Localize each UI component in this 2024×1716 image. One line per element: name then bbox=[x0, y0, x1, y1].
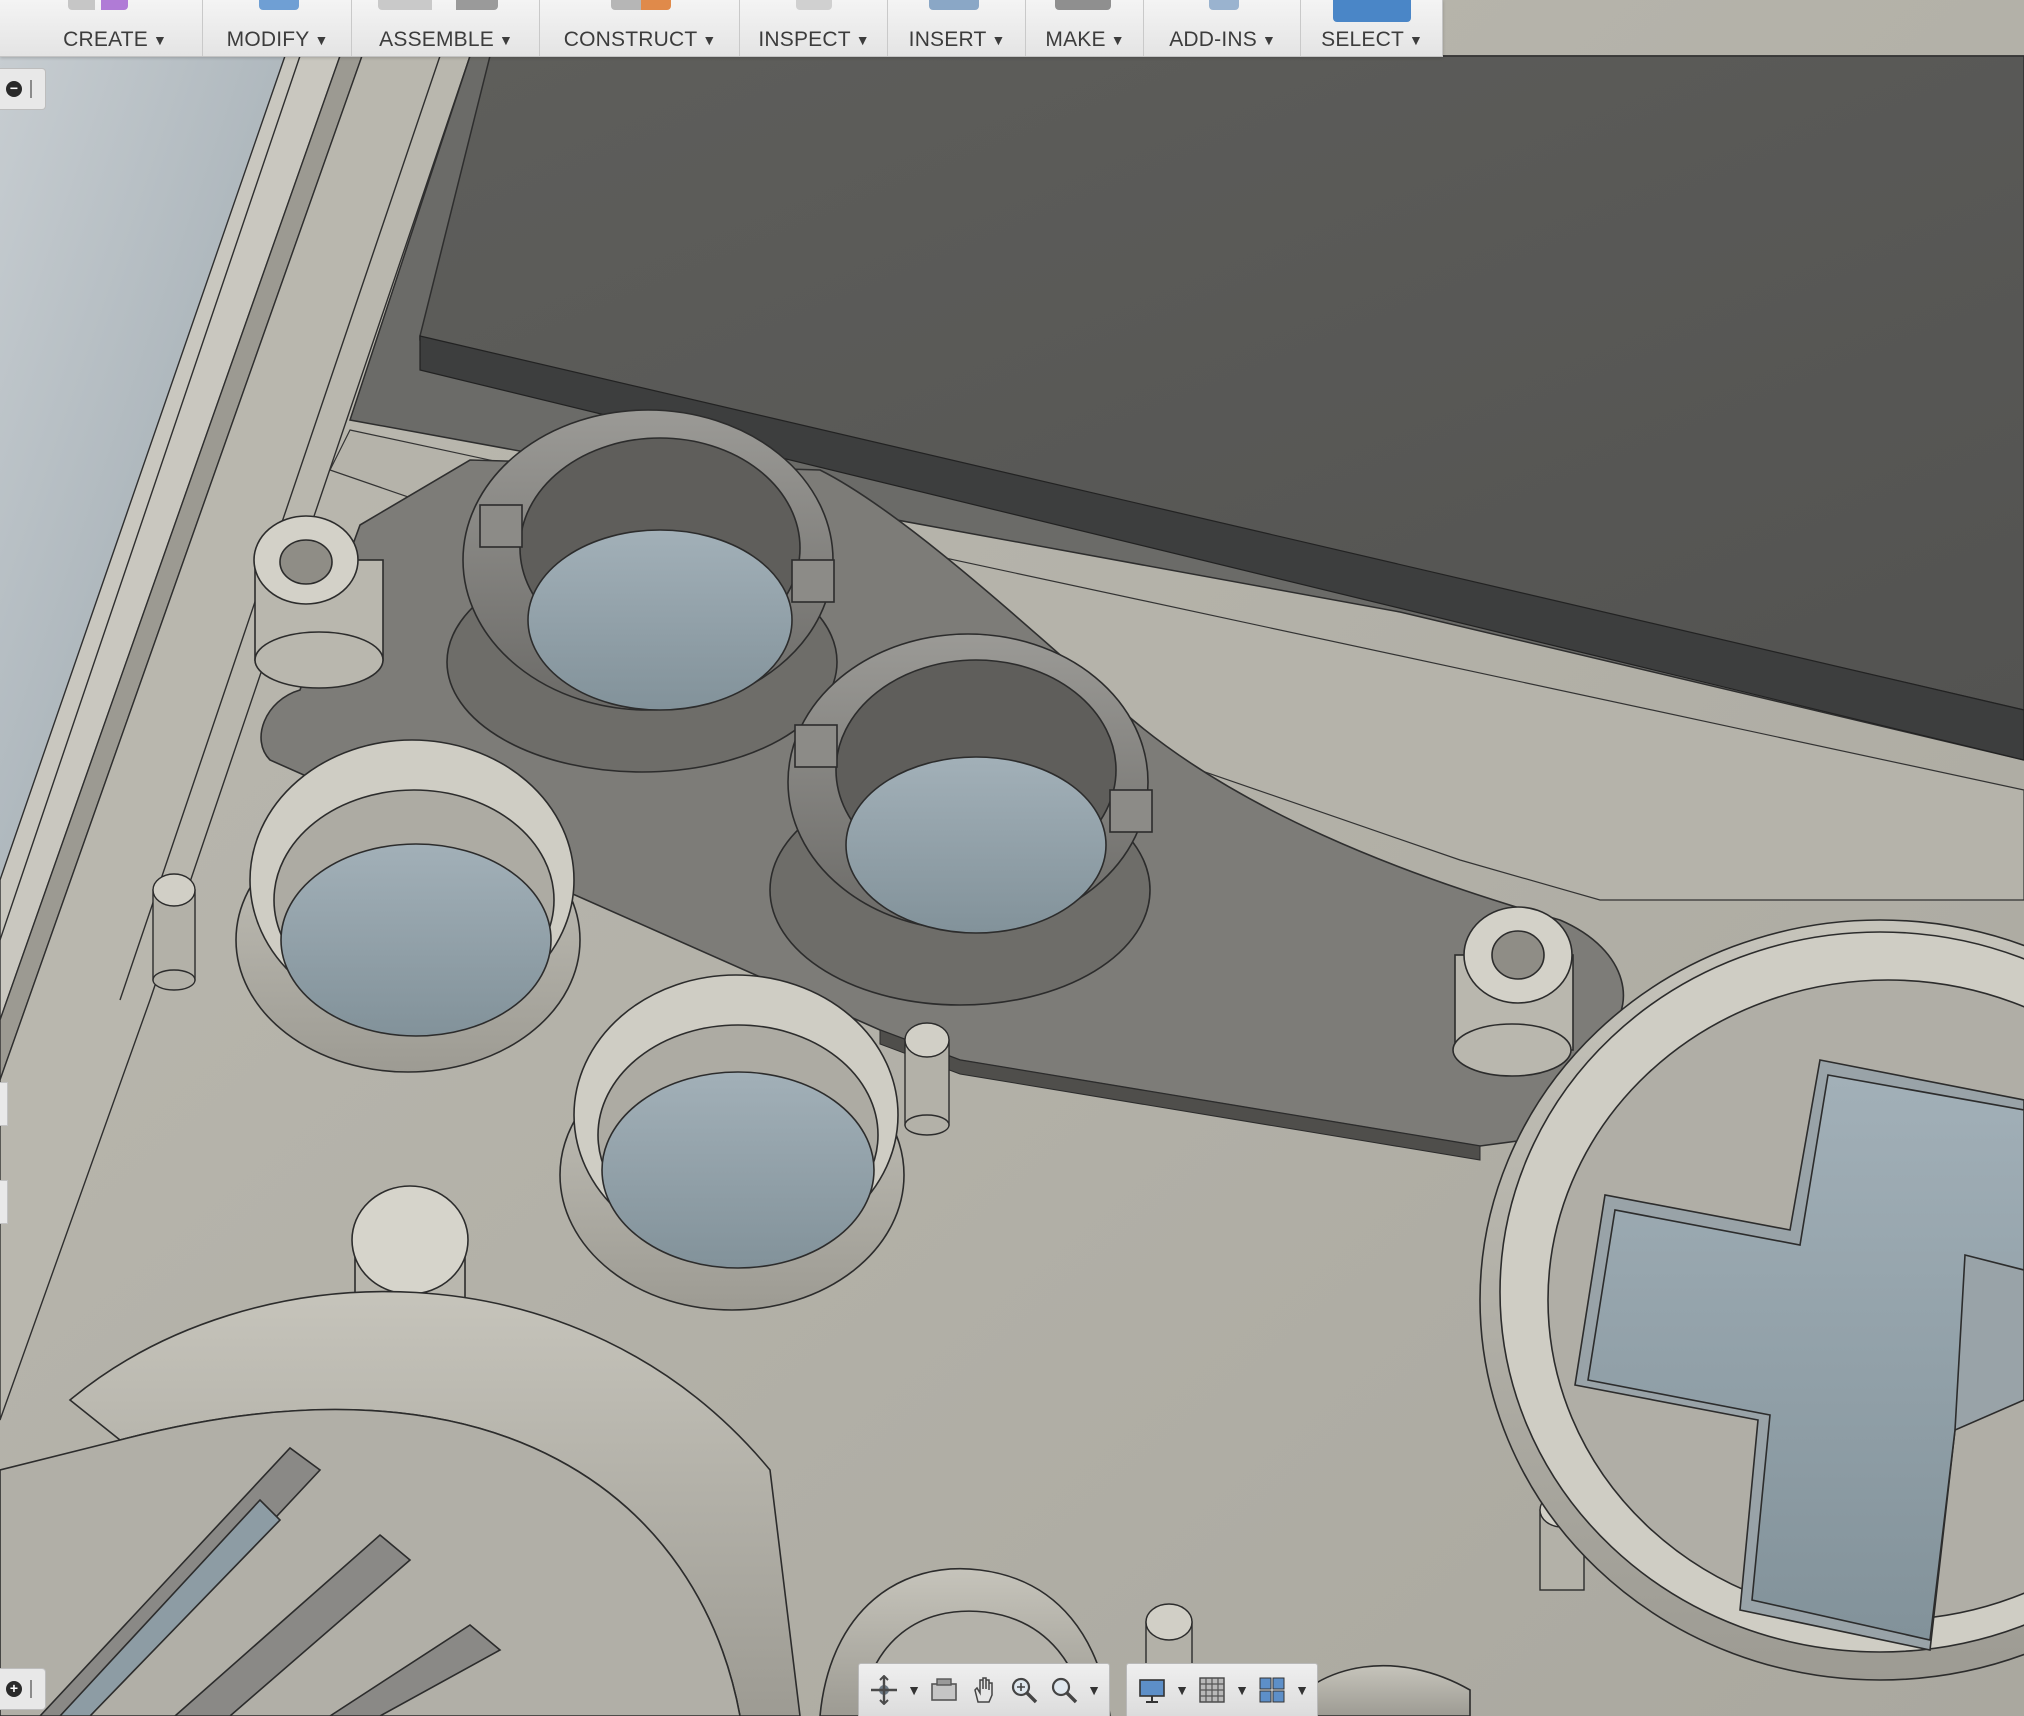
chevron-down-icon: ▼ bbox=[1409, 32, 1423, 48]
side-panel-tab[interactable] bbox=[0, 1180, 8, 1224]
toolbar-label: INSERT bbox=[908, 28, 987, 51]
toolbar-modify[interactable]: MODIFY ▼ bbox=[204, 0, 352, 56]
button-ring-left bbox=[235, 739, 581, 1073]
assemble-joint-icon bbox=[378, 0, 498, 10]
make-3d-print-icon bbox=[1055, 0, 1111, 10]
add-ins-gear-icon bbox=[1209, 0, 1239, 10]
zoom-icon[interactable] bbox=[1007, 1673, 1041, 1707]
alignment-pin bbox=[152, 873, 196, 991]
button-ring-upper bbox=[446, 409, 838, 773]
insert-image-icon bbox=[929, 0, 979, 10]
chevron-down-icon: ▼ bbox=[314, 32, 329, 48]
grid-settings-icon[interactable] bbox=[1195, 1673, 1229, 1707]
chevron-down-icon: ▼ bbox=[702, 32, 717, 48]
plus-icon: + bbox=[6, 1681, 22, 1697]
toolbar-inspect[interactable]: INSPECT ▼ bbox=[741, 0, 888, 56]
toolbar-label: SELECT bbox=[1321, 28, 1405, 51]
chevron-down-icon[interactable]: ▼ bbox=[1175, 1682, 1189, 1698]
browser-collapse-button[interactable]: − bbox=[0, 68, 46, 110]
chevron-down-icon: ▼ bbox=[1261, 32, 1276, 48]
chevron-down-icon: ▼ bbox=[152, 32, 167, 48]
orbit-icon[interactable] bbox=[867, 1673, 901, 1707]
look-at-icon[interactable] bbox=[927, 1673, 961, 1707]
chevron-down-icon[interactable]: ▼ bbox=[1235, 1682, 1249, 1698]
inspect-measure-icon bbox=[796, 0, 832, 10]
toolbar-select[interactable]: SELECT ▼ bbox=[1302, 0, 1442, 56]
toolbar-label: ADD-INS bbox=[1169, 28, 1257, 51]
screw-boss bbox=[1452, 906, 1574, 1077]
toolbar-create[interactable]: CREATE ▼ bbox=[28, 0, 203, 56]
divider bbox=[30, 1680, 32, 1698]
select-cursor-icon bbox=[1333, 0, 1411, 22]
toolbar: CREATE ▼ MODIFY ▼ ASSEMBLE ▼ CONSTRUCT ▼ INS… bbox=[0, 0, 1443, 57]
alignment-pin bbox=[904, 1022, 950, 1136]
button-ring-lower bbox=[559, 974, 905, 1311]
modify-icon bbox=[259, 0, 299, 10]
chevron-down-icon[interactable]: ▼ bbox=[1087, 1682, 1101, 1698]
chevron-down-icon: ▼ bbox=[1110, 32, 1125, 48]
divider bbox=[30, 80, 32, 98]
toolbar-make[interactable]: MAKE ▼ bbox=[1027, 0, 1144, 56]
comments-expand-button[interactable]: + bbox=[0, 1668, 46, 1710]
toolbar-construct[interactable]: CONSTRUCT ▼ bbox=[541, 0, 740, 56]
toolbar-label: ASSEMBLE bbox=[379, 28, 494, 51]
pan-icon[interactable] bbox=[967, 1673, 1001, 1707]
toolbar-label: CONSTRUCT bbox=[563, 28, 698, 51]
toolbar-label: INSPECT bbox=[758, 28, 851, 51]
chevron-down-icon: ▼ bbox=[855, 32, 870, 48]
viewports-icon[interactable] bbox=[1255, 1673, 1289, 1707]
toolbar-assemble[interactable]: ASSEMBLE ▼ bbox=[353, 0, 540, 56]
chevron-down-icon[interactable]: ▼ bbox=[907, 1682, 921, 1698]
side-panel-tab[interactable] bbox=[0, 1082, 8, 1126]
construct-plane-icon bbox=[611, 0, 671, 10]
toolbar-insert[interactable]: INSERT ▼ bbox=[889, 0, 1026, 56]
toolbar-add-ins[interactable]: ADD-INS ▼ bbox=[1145, 0, 1301, 56]
3d-viewport[interactable] bbox=[0, 0, 2024, 1716]
button-ring-middle bbox=[769, 633, 1153, 1006]
chevron-down-icon: ▼ bbox=[498, 32, 513, 48]
fit-icon[interactable] bbox=[1047, 1673, 1081, 1707]
display-tools: ▼ ▼ ▼ bbox=[1126, 1663, 1318, 1716]
create-sketch-icon bbox=[68, 0, 128, 10]
minus-icon: − bbox=[6, 81, 22, 97]
toolbar-label: CREATE bbox=[63, 28, 148, 51]
toolbar-label: MODIFY bbox=[226, 28, 310, 51]
chevron-down-icon: ▼ bbox=[991, 32, 1006, 48]
navigation-bar: ▼ ▼ ▼ ▼ ▼ bbox=[858, 1663, 1318, 1716]
screw-boss bbox=[351, 1185, 469, 1301]
chevron-down-icon[interactable]: ▼ bbox=[1295, 1682, 1309, 1698]
navigation-tools: ▼ ▼ bbox=[858, 1663, 1110, 1716]
toolbar-label: MAKE bbox=[1045, 28, 1106, 51]
display-settings-icon[interactable] bbox=[1135, 1673, 1169, 1707]
